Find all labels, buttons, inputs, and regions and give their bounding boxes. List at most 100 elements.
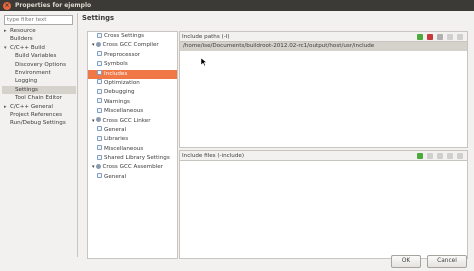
chevron-down-icon[interactable]: ▾ (92, 118, 95, 124)
nav-item-label: Discovery Options (15, 61, 66, 68)
tool-tree-item[interactable]: ▾ Cross GCC Compiler (88, 41, 177, 50)
move-up-icon[interactable] (447, 153, 453, 159)
nav-item-label: Logging (15, 78, 38, 85)
tool-tree-item[interactable]: Optimization (88, 79, 177, 88)
nav-item[interactable]: ▸ Resource (2, 27, 76, 35)
chevron-right-icon[interactable]: ▸ (4, 27, 7, 35)
ok-button[interactable]: OK (391, 255, 421, 268)
tool-tree-item[interactable]: Cross Settings (88, 32, 177, 41)
move-down-icon[interactable] (457, 153, 463, 159)
nav-item[interactable]: ▸ C/C++ General (2, 103, 76, 111)
include-files-label: Include files (-include) (182, 153, 245, 159)
nav-item[interactable]: Build Variables (2, 52, 76, 60)
nav-item-label: Builders (10, 36, 33, 43)
include-paths-panel: Include paths (-I) /home/ise/Documents/b… (179, 31, 468, 148)
tool-icon (95, 41, 101, 47)
page-icon (97, 126, 102, 132)
nav-item-label: Build Variables (15, 53, 57, 60)
tool-tree-item[interactable]: Debugging (88, 88, 177, 97)
tool-tree-label: Warnings (104, 98, 130, 105)
edit-icon[interactable] (437, 153, 443, 159)
page-icon (97, 79, 102, 85)
chevron-down-icon[interactable]: ▾ (4, 44, 7, 52)
tool-tree-label: Cross GCC Compiler (102, 42, 159, 49)
nav-item[interactable]: Builders (2, 35, 76, 43)
include-files-toolbar (417, 153, 463, 159)
tool-tree-label: Miscellaneous (104, 145, 144, 152)
tool-tree-item[interactable]: Includes (88, 69, 177, 79)
add-icon[interactable] (417, 153, 423, 159)
nav-item-label: Settings (15, 86, 38, 93)
nav-item-label: Tool Chain Editor (15, 95, 62, 102)
page-icon (97, 135, 102, 141)
page-icon (97, 32, 102, 38)
nav-item[interactable]: Run/Debug Settings (2, 119, 76, 127)
window-titlebar: × Properties for ejemplo (0, 0, 474, 11)
cancel-button[interactable]: Cancel (427, 255, 467, 268)
nav-item[interactable]: Environment (2, 69, 76, 77)
nav-item-label: C/C++ General (10, 103, 53, 110)
mouse-cursor-icon (201, 58, 207, 66)
tool-settings-tree: Cross Settings ▾ Cross GCC Compiler Preproc… (87, 31, 178, 259)
tool-tree-label: Cross GCC Linker (102, 117, 151, 124)
include-files-panel: Include files (-include) (179, 150, 468, 259)
include-files-list[interactable] (180, 161, 467, 258)
page-icon (97, 98, 102, 104)
nav-item[interactable]: Logging (2, 77, 76, 85)
page-icon (97, 107, 102, 113)
page-icon (97, 173, 102, 179)
tool-tree-item[interactable]: Shared Library Settings (88, 154, 177, 163)
chevron-down-icon[interactable]: ▾ (92, 42, 95, 48)
include-path-row[interactable]: /home/ise/Documents/buildroot-2012.02-rc… (180, 42, 467, 51)
tool-tree-item[interactable]: General (88, 126, 177, 135)
tool-tree-label: Optimization (104, 79, 140, 86)
nav-item[interactable]: Discovery Options (2, 61, 76, 69)
nav-item[interactable]: ▾ C/C++ Build (2, 44, 76, 52)
include-paths-label: Include paths (-I) (182, 34, 230, 40)
nav-item-label: C/C++ Build (10, 44, 45, 51)
tool-tree-item[interactable]: Miscellaneous (88, 145, 177, 154)
chevron-right-icon[interactable]: ▸ (4, 103, 7, 111)
nav-item[interactable]: Project References (2, 111, 76, 119)
filter-input[interactable] (4, 15, 73, 25)
chevron-down-icon[interactable]: ▾ (92, 164, 95, 170)
tool-tree-label: Preprocessor (104, 51, 141, 58)
window-title: Properties for ejemplo (15, 1, 92, 9)
tool-tree-label: Symbols (104, 61, 128, 68)
delete-icon[interactable] (427, 153, 433, 159)
nav-item-label: Resource (10, 28, 36, 34)
edit-icon[interactable] (437, 34, 443, 40)
tool-tree-item[interactable]: Miscellaneous (88, 107, 177, 116)
include-paths-header: Include paths (-I) (180, 32, 467, 42)
nav-item[interactable]: Settings (2, 85, 76, 95)
tool-tree-label: Cross Settings (104, 33, 145, 39)
tool-tree-item[interactable]: ▾ Cross GCC Linker (88, 117, 177, 126)
page-icon (97, 145, 102, 151)
page-title: Settings (82, 14, 115, 22)
tool-tree-label: Includes (104, 70, 128, 77)
property-page-tree: ▸ Resource Builders ▾ C/C++ Build Build Varia… (2, 27, 76, 128)
tool-tree-label: Libraries (104, 136, 129, 143)
nav-item[interactable]: Tool Chain Editor (2, 94, 76, 102)
tool-tree-item[interactable]: Warnings (88, 98, 177, 107)
tool-tree-item[interactable]: ▾ Cross GCC Assembler (88, 163, 177, 172)
tool-tree-label: Debugging (104, 89, 135, 96)
tool-tree-item[interactable]: Libraries (88, 135, 177, 144)
add-workspace-icon[interactable] (427, 34, 433, 40)
tool-tree-item[interactable]: Preprocessor (88, 51, 177, 60)
tool-tree-label: Miscellaneous (104, 108, 144, 115)
include-paths-list[interactable]: /home/ise/Documents/buildroot-2012.02-rc… (180, 42, 467, 51)
tool-tree-item[interactable]: Symbols (88, 60, 177, 69)
tool-tree-label: Shared Library Settings (104, 155, 170, 162)
page-icon (97, 154, 102, 160)
include-files-header: Include files (-include) (180, 151, 467, 161)
close-window-button[interactable]: × (3, 1, 11, 10)
add-icon[interactable] (417, 34, 423, 40)
splitter[interactable] (77, 13, 78, 257)
tool-tree-item[interactable]: General (88, 173, 177, 182)
page-icon (97, 88, 102, 94)
move-down-icon[interactable] (457, 34, 463, 40)
page-icon (97, 51, 102, 57)
move-up-icon[interactable] (447, 34, 453, 40)
tool-icon (95, 117, 101, 123)
